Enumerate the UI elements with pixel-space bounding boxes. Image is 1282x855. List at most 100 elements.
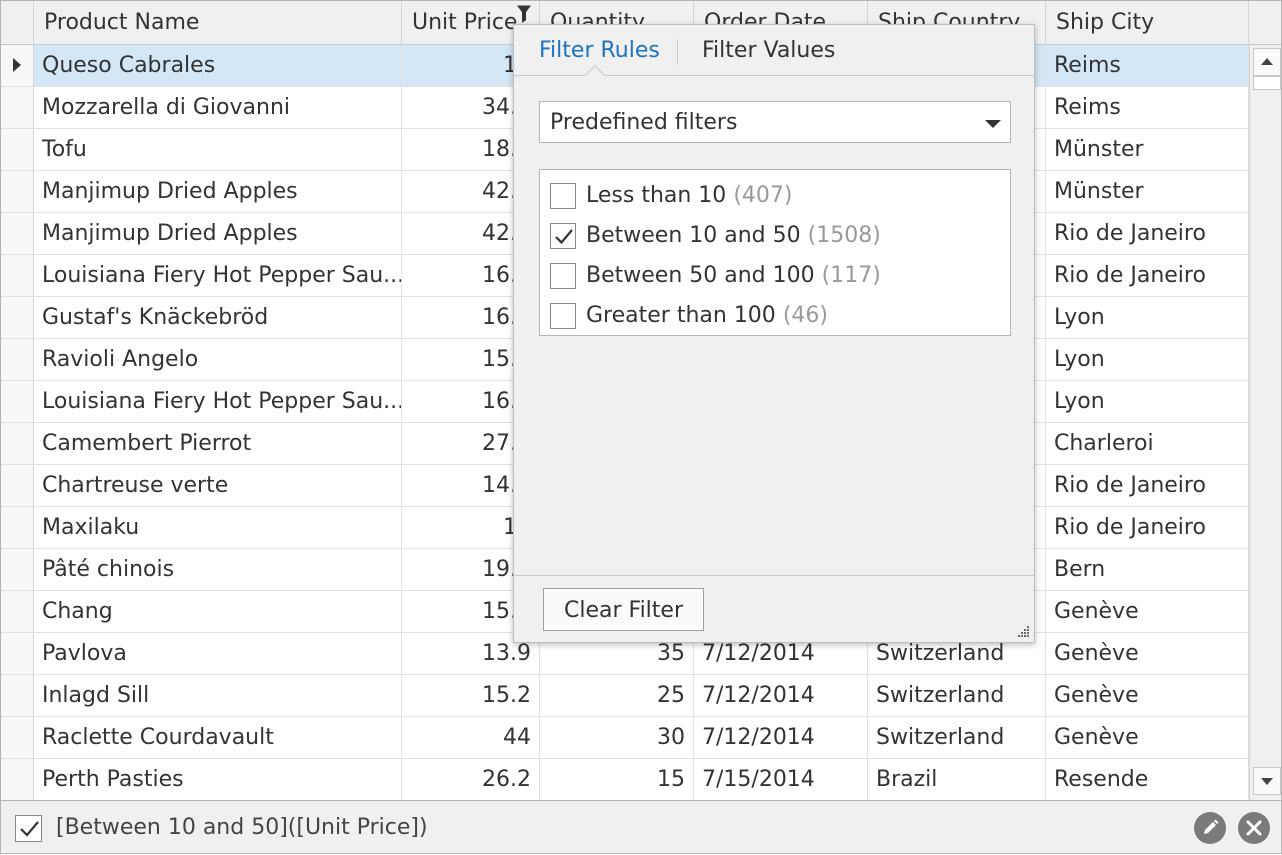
cell-order-date[interactable]: 7/15/2014 (694, 759, 868, 800)
table-row[interactable]: Perth Pasties 26.2 15 7/15/2014 Brazil Resend… (1, 759, 1249, 800)
cell-product-name[interactable]: Mozzarella di Giovanni (34, 87, 402, 129)
cell-product-name[interactable]: Tofu (34, 129, 402, 171)
filter-option-text: Less than 10 (586, 183, 727, 208)
cell-ship-country[interactable]: Switzerland (868, 675, 1046, 717)
cell-ship-city[interactable]: Rio de Janeiro (1046, 507, 1249, 549)
filter-expression[interactable]: [Between 10 and 50]([Unit Price]) (56, 801, 428, 855)
cell-product-name[interactable]: Chang (34, 591, 402, 633)
cell-ship-city[interactable]: Rio de Janeiro (1046, 213, 1249, 255)
row-indicator[interactable] (1, 381, 34, 423)
cell-product-name[interactable]: Manjimup Dried Apples (34, 171, 402, 213)
row-indicator[interactable] (1, 633, 34, 675)
filter-option-checkbox[interactable] (550, 263, 576, 289)
cell-ship-country[interactable]: Brazil (868, 759, 1046, 800)
scroll-down-button[interactable] (1253, 767, 1281, 795)
cell-ship-city[interactable]: Genève (1046, 591, 1249, 633)
cell-ship-city[interactable]: Resende (1046, 759, 1249, 800)
row-indicator[interactable] (1, 549, 34, 591)
cell-ship-city[interactable]: Münster (1046, 171, 1249, 213)
cell-quantity[interactable]: 30 (540, 717, 694, 759)
cell-ship-city[interactable]: Charleroi (1046, 423, 1249, 465)
cell-ship-city[interactable]: Genève (1046, 633, 1249, 675)
cell-product-name[interactable]: Gustaf's Knäckebröd (34, 297, 402, 339)
row-indicator[interactable] (1, 507, 34, 549)
cell-ship-city[interactable]: Lyon (1046, 339, 1249, 381)
clear-filter-panel-button[interactable] (1238, 812, 1270, 844)
clear-filter-button[interactable]: Clear Filter (543, 588, 704, 631)
dropdown-value: Predefined filters (550, 110, 738, 135)
cell-ship-city[interactable]: Münster (1046, 129, 1249, 171)
row-indicator[interactable] (1, 171, 34, 213)
row-indicator[interactable] (1, 759, 34, 800)
cell-ship-city[interactable]: Reims (1046, 45, 1249, 87)
tab-filter-values[interactable]: Filter Values (702, 25, 835, 76)
filter-option[interactable]: Greater than 100 (46) (550, 295, 1000, 335)
cell-product-name[interactable]: Queso Cabrales (34, 45, 402, 87)
cell-ship-city[interactable]: Genève (1046, 717, 1249, 759)
cell-ship-city[interactable]: Rio de Janeiro (1046, 465, 1249, 507)
filter-option-label: Greater than 100 (46) (586, 295, 828, 337)
filter-option-checkbox[interactable] (550, 303, 576, 329)
cell-product-name[interactable]: Pâté chinois (34, 549, 402, 591)
filter-option[interactable]: Between 10 and 50 (1508) (550, 215, 1000, 255)
row-indicator[interactable] (1, 339, 34, 381)
cell-product-name[interactable]: Camembert Pierrot (34, 423, 402, 465)
cell-product-name[interactable]: Perth Pasties (34, 759, 402, 800)
cell-ship-city[interactable]: Genève (1046, 675, 1249, 717)
cell-product-name[interactable]: Inlagd Sill (34, 675, 402, 717)
cell-unit-price[interactable]: 15.2 (402, 675, 540, 717)
cell-order-date[interactable]: 7/12/2014 (694, 717, 868, 759)
row-indicator[interactable] (1, 717, 34, 759)
cell-product-name[interactable]: Louisiana Fiery Hot Pepper Sau... (34, 381, 402, 423)
scroll-up-button[interactable] (1253, 48, 1281, 76)
filter-option[interactable]: Between 50 and 100 (117) (550, 255, 1000, 295)
scroll-thumb[interactable] (1253, 76, 1281, 90)
footer-divider (514, 575, 1034, 576)
filter-option-checkbox[interactable] (550, 183, 576, 209)
row-indicator[interactable] (1, 87, 34, 129)
row-indicator[interactable] (1, 255, 34, 297)
row-indicator[interactable] (1, 675, 34, 717)
cell-ship-city[interactable]: Bern (1046, 549, 1249, 591)
cell-ship-city[interactable]: Lyon (1046, 297, 1249, 339)
cell-unit-price[interactable]: 26.2 (402, 759, 540, 800)
filter-enabled-checkbox[interactable] (15, 815, 42, 842)
funnel-icon[interactable] (517, 5, 531, 23)
row-indicator[interactable] (1, 465, 34, 507)
table-row[interactable]: Inlagd Sill 15.2 25 7/12/2014 Switzerland Gen… (1, 675, 1249, 717)
table-row[interactable]: Raclette Courdavault 44 30 7/12/2014 Switzer… (1, 717, 1249, 759)
header-ship-city[interactable]: Ship City (1046, 1, 1249, 44)
row-indicator[interactable] (1, 129, 34, 171)
cell-ship-city[interactable]: Lyon (1046, 381, 1249, 423)
resize-grip-icon[interactable] (1016, 624, 1030, 638)
cell-quantity[interactable]: 25 (540, 675, 694, 717)
cell-product-name[interactable]: Maxilaku (34, 507, 402, 549)
header-product-name[interactable]: Product Name (34, 1, 402, 44)
chevron-up-icon (1261, 58, 1273, 65)
cell-ship-city[interactable]: Rio de Janeiro (1046, 255, 1249, 297)
predefined-filters-dropdown[interactable]: Predefined filters (539, 101, 1011, 143)
row-indicator[interactable] (1, 591, 34, 633)
edit-filter-button[interactable] (1194, 812, 1226, 844)
cell-product-name[interactable]: Ravioli Angelo (34, 339, 402, 381)
row-indicator[interactable] (1, 297, 34, 339)
vertical-scrollbar[interactable] (1249, 45, 1281, 800)
cell-order-date[interactable]: 7/12/2014 (694, 675, 868, 717)
cell-unit-price[interactable]: 44 (402, 717, 540, 759)
tab-filter-rules[interactable]: Filter Rules (539, 25, 660, 76)
cell-product-name[interactable]: Louisiana Fiery Hot Pepper Sau... (34, 255, 402, 297)
filter-option-checkbox[interactable] (550, 223, 576, 249)
cell-product-name[interactable]: Raclette Courdavault (34, 717, 402, 759)
filter-option[interactable]: Less than 10 (407) (550, 175, 1000, 215)
cell-ship-city[interactable]: Reims (1046, 87, 1249, 129)
row-indicator[interactable] (1, 423, 34, 465)
row-indicator[interactable] (1, 213, 34, 255)
cell-product-name[interactable]: Manjimup Dried Apples (34, 213, 402, 255)
row-indicator-header (1, 1, 34, 44)
cell-product-name[interactable]: Pavlova (34, 633, 402, 675)
row-indicator[interactable] (1, 45, 34, 87)
cell-ship-country[interactable]: Switzerland (868, 717, 1046, 759)
cell-quantity[interactable]: 15 (540, 759, 694, 800)
current-row-arrow-icon (13, 58, 21, 72)
cell-product-name[interactable]: Chartreuse verte (34, 465, 402, 507)
